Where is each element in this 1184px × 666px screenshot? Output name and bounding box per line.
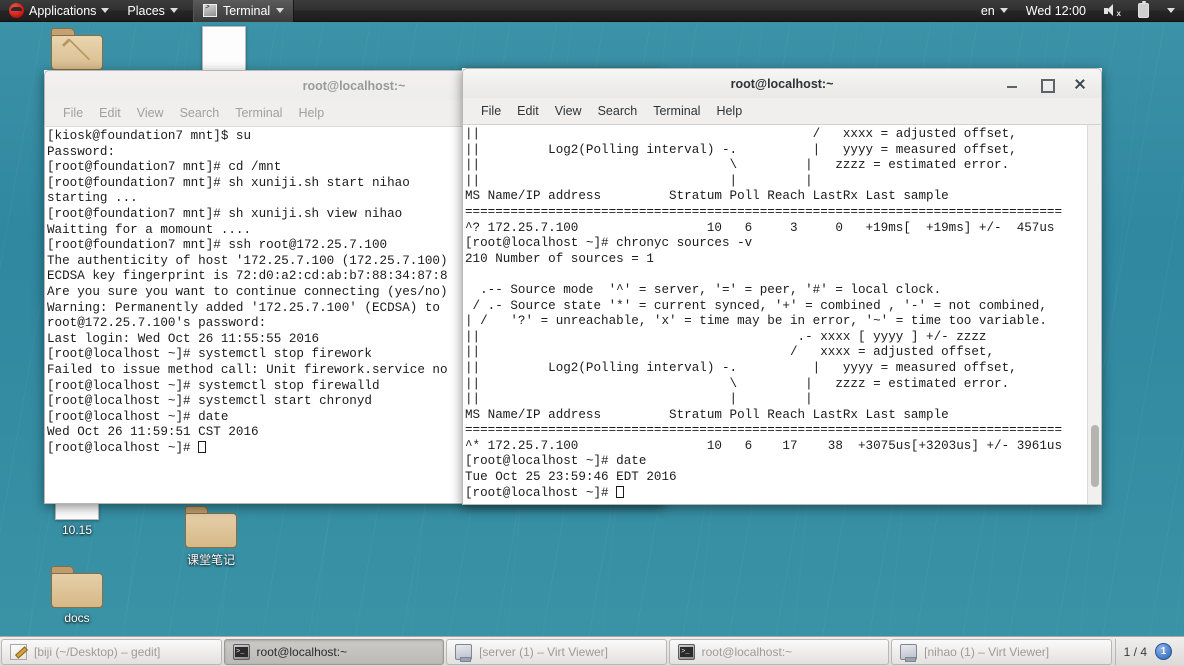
folder-open-icon: [51, 28, 103, 70]
menu-file[interactable]: File: [55, 104, 91, 122]
terminal-indicator-label: Terminal: [222, 3, 271, 18]
keyboard-layout-indicator[interactable]: en: [972, 0, 1017, 22]
panel-status-area: en Wed 12:00 x: [972, 0, 1184, 22]
terminal-window-right[interactable]: root@localhost:~ File Edit View Search T…: [462, 68, 1102, 505]
menubar-right: File Edit View Search Terminal Help: [462, 98, 1102, 125]
speaker-muted-icon: x: [1104, 4, 1121, 18]
terminal-icon: [232, 643, 250, 660]
chevron-down-icon: [276, 8, 285, 13]
desktop-icon-label: 课堂笔记: [186, 553, 235, 567]
places-menu[interactable]: Places: [118, 0, 187, 22]
applications-menu[interactable]: Applications: [0, 0, 118, 22]
desktop-icon-docs[interactable]: docs: [38, 566, 116, 625]
desktop-icon-keting-biji[interactable]: 课堂笔记: [172, 506, 250, 568]
taskbar: [biji (~/Desktop) – gedit] root@localhos…: [0, 636, 1184, 666]
folder-icon: [51, 566, 103, 608]
clock-label: Wed 12:00: [1025, 3, 1086, 18]
volume-indicator[interactable]: x: [1095, 0, 1129, 22]
battery-indicator[interactable]: [1129, 0, 1158, 22]
workspace-label: 1 / 4: [1123, 644, 1148, 659]
taskbar-item-virt-viewer-nihao[interactable]: [nihao (1) – Virt Viewer]: [891, 638, 1112, 665]
taskbar-item-label: root@localhost:~: [701, 644, 793, 659]
terminal-cursor: [198, 440, 206, 453]
applications-menu-label: Applications: [29, 3, 97, 18]
clock[interactable]: Wed 12:00: [1017, 0, 1095, 22]
titlebar-right[interactable]: root@localhost:~: [462, 68, 1102, 98]
system-menu[interactable]: [1158, 0, 1184, 22]
desktop-icon-label: 10.15: [61, 523, 93, 537]
workspace-indicator[interactable]: 1 / 4 1: [1114, 638, 1180, 665]
gedit-icon: [10, 643, 27, 660]
menu-view[interactable]: View: [129, 104, 172, 122]
virt-viewer-icon: [455, 643, 473, 662]
top-panel: Applications Places Terminal en Wed 12:0…: [0, 0, 1184, 22]
terminal-window-indicator[interactable]: Terminal: [192, 0, 295, 22]
terminal-body-right[interactable]: || / xxxx = adjusted offset, || Log2(Pol…: [462, 125, 1102, 505]
menu-edit[interactable]: Edit: [509, 102, 547, 120]
chevron-down-icon: [101, 8, 110, 13]
menu-help[interactable]: Help: [708, 102, 750, 120]
menu-view[interactable]: View: [547, 102, 590, 120]
menu-terminal[interactable]: Terminal: [227, 104, 290, 122]
workspace-current-badge[interactable]: 1: [1155, 643, 1173, 660]
taskbar-item-label: [server (1) – Virt Viewer]: [479, 644, 608, 659]
red-hat-logo-icon: [9, 3, 24, 18]
maximize-button[interactable]: [1039, 77, 1055, 93]
keyboard-layout-label: en: [980, 3, 995, 18]
desktop-icon-home-folder[interactable]: [38, 28, 116, 70]
scrollbar-thumb[interactable]: [1091, 425, 1099, 487]
taskbar-item-label: [nihao (1) – Virt Viewer]: [924, 644, 1050, 659]
chevron-down-icon: [169, 8, 178, 13]
chevron-down-icon: [999, 8, 1008, 13]
battery-icon: [1138, 0, 1149, 18]
chevron-down-icon: [1167, 8, 1175, 13]
menu-terminal[interactable]: Terminal: [645, 102, 708, 120]
menu-file[interactable]: File: [473, 102, 509, 120]
taskbar-item-virt-viewer-server[interactable]: [server (1) – Virt Viewer]: [446, 638, 667, 665]
desktop-icon-label: docs: [64, 611, 90, 625]
window-controls: [1005, 77, 1101, 93]
taskbar-item-label: [biji (~/Desktop) – gedit]: [34, 644, 161, 659]
terminal-cursor: [616, 485, 624, 498]
close-button[interactable]: [1073, 77, 1087, 91]
folder-icon: [185, 506, 237, 548]
terminal-icon: [202, 4, 217, 17]
terminal-output-right[interactable]: || / xxxx = adjusted offset, || Log2(Pol…: [463, 125, 1087, 504]
menu-search[interactable]: Search: [590, 102, 646, 120]
taskbar-item-terminal-2[interactable]: root@localhost:~: [668, 638, 890, 665]
menu-help[interactable]: Help: [290, 104, 332, 122]
places-menu-label: Places: [127, 3, 165, 18]
minimize-button[interactable]: [1005, 77, 1019, 91]
terminal-scrollbar[interactable]: [1087, 125, 1101, 504]
taskbar-item-label: root@localhost:~: [256, 644, 348, 659]
virt-viewer-icon: [900, 643, 918, 662]
menu-search[interactable]: Search: [172, 104, 228, 122]
menu-edit[interactable]: Edit: [91, 104, 129, 122]
taskbar-item-gedit[interactable]: [biji (~/Desktop) – gedit]: [1, 638, 222, 665]
terminal-icon: [677, 643, 695, 660]
taskbar-item-terminal-1[interactable]: root@localhost:~: [223, 638, 445, 665]
